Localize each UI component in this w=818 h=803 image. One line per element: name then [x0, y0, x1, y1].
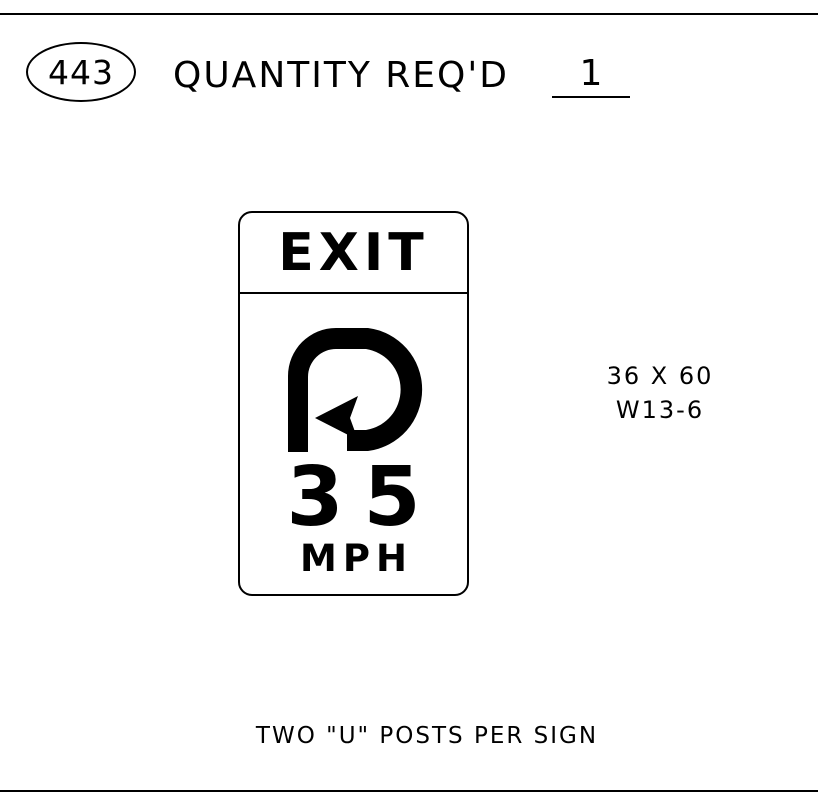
sign-code-label: W13-6 — [615, 396, 705, 424]
u-turn-arrow-icon — [288, 328, 423, 452]
quantity-label: QUANTITY REQ'D — [173, 55, 509, 96]
posts-note: TWO "U" POSTS PER SIGN — [255, 723, 599, 749]
item-number: 443 — [48, 52, 114, 92]
quantity-value: 1 — [552, 52, 630, 98]
sign-header-panel: EXIT — [240, 213, 467, 294]
speed-value: 35 — [286, 450, 441, 545]
sign-header-text: EXIT — [278, 222, 429, 283]
exit-speed-sign: EXIT 35 MPH — [238, 211, 469, 596]
bottom-border-line — [0, 790, 818, 792]
top-border-line — [0, 13, 818, 15]
item-number-oval: 443 — [26, 42, 136, 102]
sign-detail-sheet: 443 QUANTITY REQ'D 1 EXIT 35 MPH 36 X 60… — [0, 0, 818, 803]
sign-size-label: 36 X 60 — [606, 362, 714, 390]
speed-unit: MPH — [300, 537, 413, 580]
